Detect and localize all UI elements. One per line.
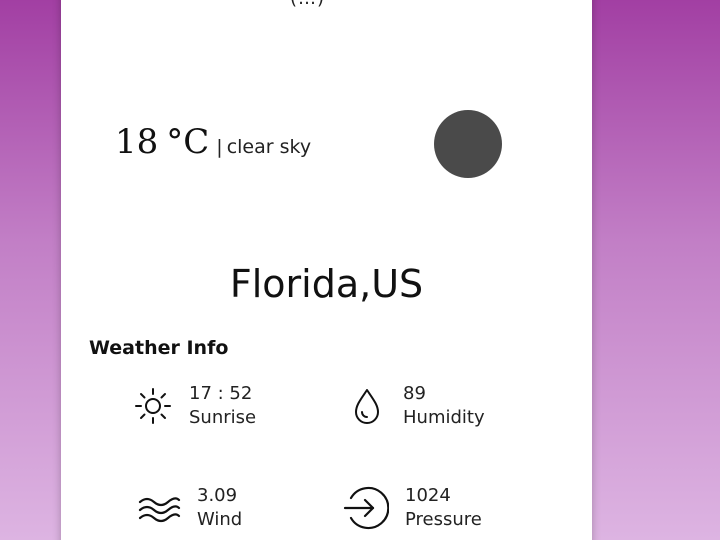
wind-label: Wind — [197, 509, 243, 530]
temperature-unit: °C — [166, 122, 210, 162]
pressure-icon — [341, 484, 389, 532]
info-text: 17 : 52 Sunrise — [189, 382, 256, 430]
sun-icon — [133, 386, 173, 426]
weather-description: clear sky — [226, 136, 312, 158]
temperature-value: 18 — [115, 122, 159, 162]
info-item-pressure: 1024 Pressure — [341, 484, 482, 532]
humidity-value: 89 — [403, 383, 426, 404]
header-partial-text: (…) — [290, 0, 325, 9]
info-text: 3.09 Wind — [197, 484, 242, 532]
weather-icon — [434, 110, 502, 178]
weather-info-title: Weather Info — [89, 337, 229, 359]
wind-value: 3.09 — [197, 485, 238, 506]
info-item-wind: 3.09 Wind — [137, 484, 242, 532]
info-item-humidity: 89 Humidity — [347, 382, 485, 430]
info-text: 89 Humidity — [403, 382, 485, 430]
pressure-label: Pressure — [405, 509, 482, 530]
sunrise-label: Sunrise — [189, 407, 257, 428]
weather-card: (…) 18 °C | clear sky Florida,US Weather… — [61, 0, 592, 540]
pressure-value: 1024 — [405, 485, 451, 506]
current-conditions: 18 °C | clear sky — [115, 122, 311, 162]
sunrise-value: 17 : 52 — [189, 383, 253, 404]
city-name: Florida,US — [229, 262, 424, 306]
info-item-sunrise: 17 : 52 Sunrise — [133, 382, 256, 430]
info-text: 1024 Pressure — [405, 484, 482, 532]
humidity-label: Humidity — [403, 407, 485, 428]
droplet-icon — [347, 386, 387, 426]
separator: | — [216, 136, 223, 158]
wind-icon — [137, 488, 181, 528]
